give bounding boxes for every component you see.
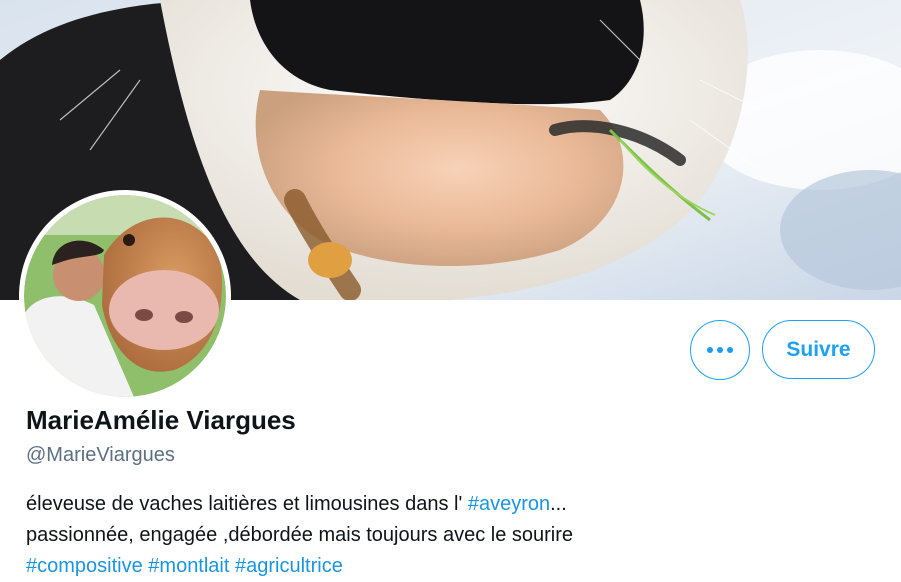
ellipsis-icon-dot bbox=[727, 347, 733, 353]
ellipsis-icon-dot bbox=[707, 347, 713, 353]
hashtag-aveyron[interactable]: #aveyron bbox=[468, 493, 550, 515]
bio-text: ... bbox=[550, 493, 567, 515]
follow-button[interactable]: Suivre bbox=[762, 320, 875, 379]
hashtag-agricultrice[interactable]: #agricultrice bbox=[235, 555, 343, 577]
bio-line: éleveuse de vaches laitières et limousin… bbox=[26, 489, 886, 520]
avatar-image bbox=[24, 195, 226, 397]
profile-handle: @MarieViargues bbox=[26, 444, 175, 466]
bio-text: passionnée, engagée ,débordée mais toujo… bbox=[26, 524, 574, 546]
profile-avatar[interactable] bbox=[19, 190, 231, 402]
bio-line: #compositive #montlait #agricultrice bbox=[26, 551, 886, 582]
bio-text: éleveuse de vaches laitières et limousin… bbox=[26, 493, 468, 515]
hashtag-compositive[interactable]: #compositive bbox=[26, 555, 143, 577]
profile-display-name: MarieAmélie Viargues bbox=[26, 405, 296, 435]
more-options-button[interactable] bbox=[690, 320, 750, 380]
profile-bio: éleveuse de vaches laitières et limousin… bbox=[26, 489, 886, 582]
hashtag-montlait[interactable]: #montlait bbox=[148, 555, 229, 577]
bio-line: passionnée, engagée ,débordée mais toujo… bbox=[26, 520, 886, 551]
ellipsis-icon-dot bbox=[717, 347, 723, 353]
